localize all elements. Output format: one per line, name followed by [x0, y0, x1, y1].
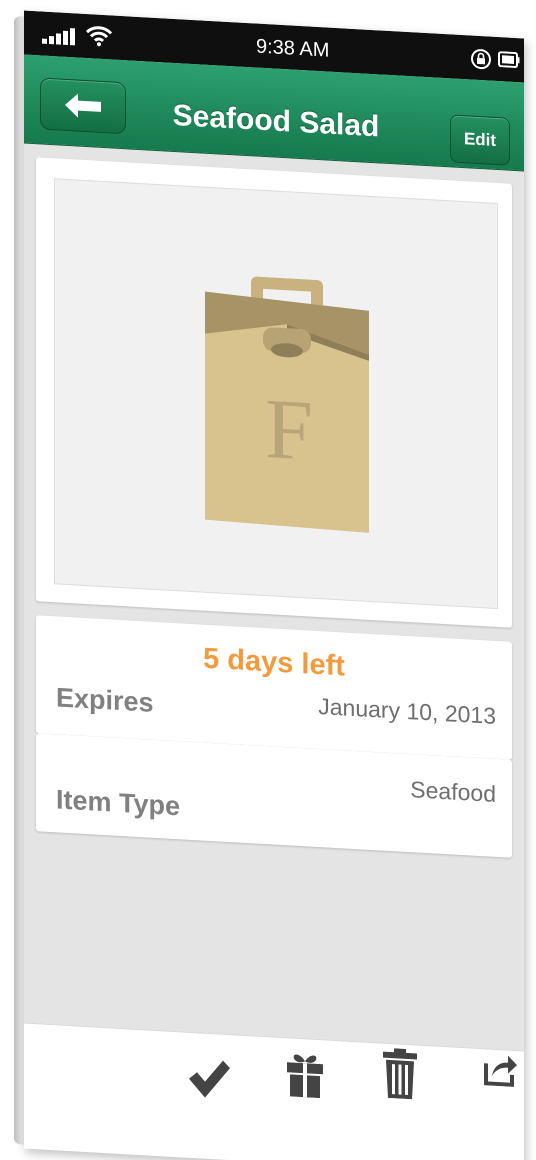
phone-mockup: 9:38 AM Seafood Salad Edit F 5 days left… — [14, 10, 524, 1160]
page-title: Seafood Salad — [172, 98, 380, 144]
delete-button[interactable] — [382, 1048, 418, 1100]
checkmark-icon — [189, 1060, 230, 1098]
shopping-bag-icon: F — [205, 276, 369, 533]
item-type-label: Item Type — [56, 784, 181, 822]
trash-icon — [383, 1048, 417, 1100]
wifi-icon — [86, 26, 112, 47]
back-button[interactable] — [40, 77, 126, 135]
days-left-text: 5 days left — [203, 642, 345, 683]
item-photo-placeholder[interactable]: F — [54, 178, 498, 610]
orientation-lock-icon — [471, 49, 491, 70]
donate-button[interactable] — [286, 1050, 324, 1099]
battery-icon — [498, 51, 520, 69]
done-button[interactable] — [186, 1055, 232, 1104]
share-icon — [484, 1055, 517, 1087]
photo-card: F — [36, 157, 512, 628]
screen: 9:38 AM Seafood Salad Edit F 5 days left… — [24, 10, 524, 1160]
share-button[interactable] — [484, 1051, 518, 1087]
arrow-left-icon — [65, 93, 101, 118]
gift-icon — [287, 1054, 323, 1099]
stage: 9:38 AM Seafood Salad Edit F 5 days left… — [0, 0, 536, 1160]
item-type-value: Seafood — [410, 776, 496, 807]
expires-date-value: January 10, 2013 — [318, 693, 496, 729]
bottom-toolbar — [24, 1022, 524, 1160]
edit-button[interactable]: Edit — [450, 114, 510, 166]
signal-icon — [42, 26, 78, 46]
bag-letter: F — [265, 380, 313, 479]
expires-label: Expires — [56, 682, 154, 718]
status-time: 9:38 AM — [256, 35, 330, 62]
